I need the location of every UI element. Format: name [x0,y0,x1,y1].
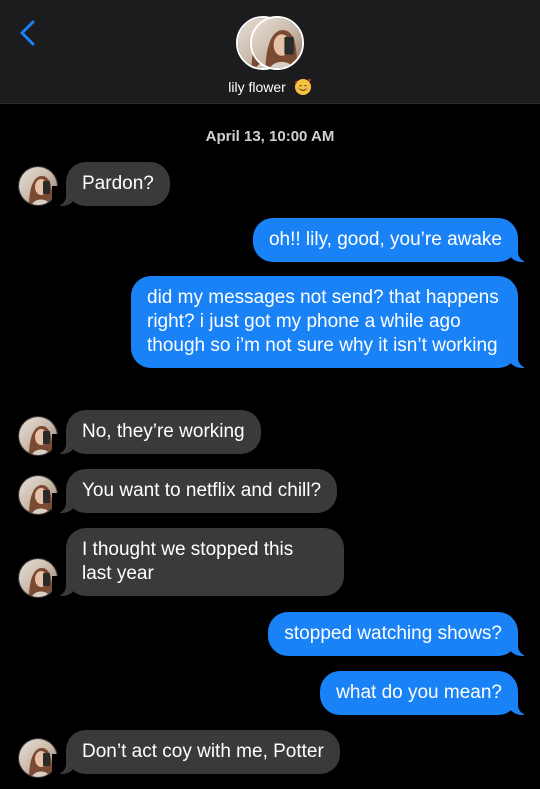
conversation-header: lily flower [0,0,540,104]
incoming-message-bubble[interactable]: You want to netflix and chill? [51,469,338,513]
outgoing-message-bubble[interactable]: what do you mean? [320,671,532,715]
message-row: Pardon? [0,160,540,210]
message-row: stopped watching shows? [0,612,540,662]
contact-avatar-front [250,16,304,70]
incoming-message-bubble[interactable]: I thought we stopped this last year [52,528,344,596]
incoming-message-bubble[interactable]: Pardon? [52,162,170,206]
message-row: did my messages not send? that happens r… [0,276,540,398]
contact-name-label: lily flower [228,79,286,95]
message-row: oh!! lily, good, you’re awake [0,216,540,266]
message-row: No, they’re working [0,410,540,460]
message-row: Don’t act coy with me, Potter [0,730,540,780]
back-chevron-icon[interactable] [14,18,44,48]
message-row: You want to netflix and chill? [0,469,540,519]
incoming-message-bubble[interactable]: Don’t act coy with me, Potter [52,730,340,774]
contact-avatar[interactable] [236,16,308,72]
outgoing-message-bubble[interactable]: stopped watching shows? [268,612,532,656]
message-timestamp: April 13, 10:00 AM [205,128,335,145]
incoming-message-bubble[interactable]: No, they’re working [52,410,261,454]
outgoing-message-bubble[interactable]: oh!! lily, good, you’re awake [252,218,533,262]
message-row: what do you mean? [0,671,540,721]
outgoing-message-bubble[interactable]: did my messages not send? that happens r… [131,276,532,368]
message-row: I thought we stopped this last year [0,528,540,600]
smiling-face-with-hearts-icon [294,78,311,95]
contact-name[interactable]: lily flower [0,78,540,96]
